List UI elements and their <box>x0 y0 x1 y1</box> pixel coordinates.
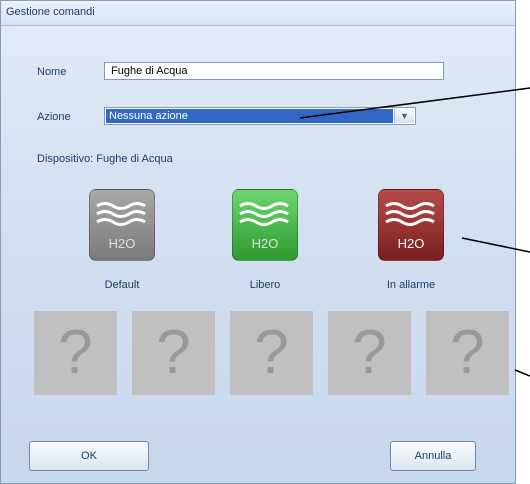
callout-line-action <box>299 87 530 119</box>
callout-line-slots <box>514 369 530 377</box>
callout-lines <box>299 87 530 377</box>
callout-line-states <box>461 237 530 253</box>
